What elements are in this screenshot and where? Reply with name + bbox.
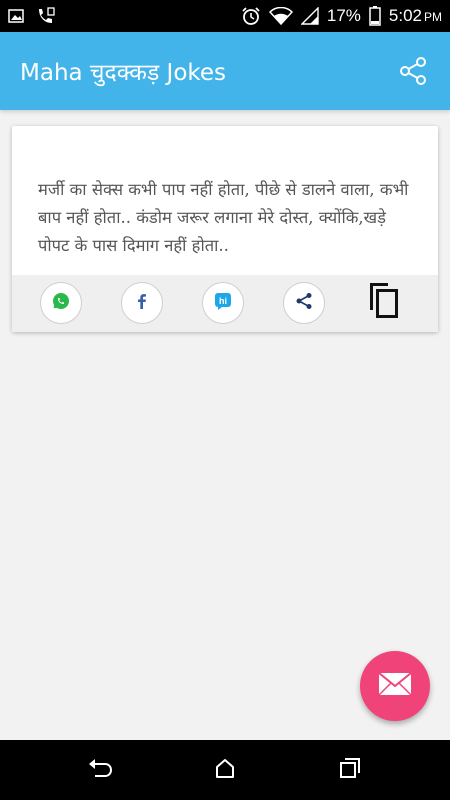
back-icon [87,757,113,783]
hike-share-button[interactable]: hi [202,282,244,324]
battery-percent: 17% [326,6,361,25]
share-icon [295,292,313,314]
status-right: 17% 5:02 PM [241,6,442,26]
nav-bar [0,740,450,800]
facebook-icon [134,292,150,314]
whatsapp-icon [51,291,71,315]
back-button[interactable] [84,754,116,786]
mail-icon [378,672,412,700]
generic-share-button[interactable] [283,282,325,324]
copy-button[interactable] [364,280,402,324]
hike-icon: hi [213,291,233,315]
svg-text:hi: hi [219,296,227,306]
status-bar: 17% 5:02 PM [0,0,450,32]
facebook-share-button[interactable] [121,282,163,324]
image-icon [8,9,24,23]
copy-icon [366,280,400,324]
card-action-bar: hi [12,275,438,332]
app-title: Maha चुदक्कड़ Jokes [20,60,227,86]
alarm-icon [241,6,261,26]
mail-fab-button[interactable] [360,651,430,721]
whatsapp-share-button[interactable] [40,282,82,324]
joke-text: मर्जी का सेक्स कभी पाप नहीं होता, पीछे स… [38,180,409,255]
joke-card: मर्जी का सेक्स कभी पाप नहीं होता, पीछे स… [12,126,438,332]
share-icon[interactable] [396,54,430,88]
wifi-icon [268,7,293,25]
battery-icon [369,6,381,26]
home-icon [214,757,236,783]
recents-button[interactable] [334,754,366,786]
status-time: 5:02 PM [388,6,442,25]
recents-icon [339,757,361,783]
status-left [8,7,56,25]
call-icon [36,7,56,25]
signal-icon [300,7,319,25]
home-button[interactable] [209,754,241,786]
app-bar: Maha चुदक्कड़ Jokes [0,32,450,110]
